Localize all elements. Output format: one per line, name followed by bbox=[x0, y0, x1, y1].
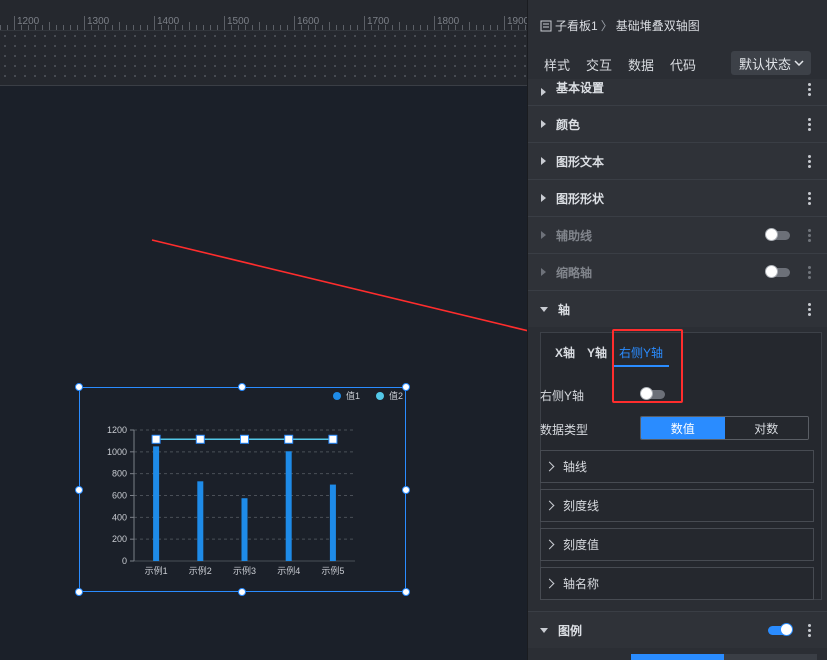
more-icon[interactable] bbox=[802, 227, 816, 244]
state-select[interactable]: 默认状态 bbox=[731, 51, 811, 75]
panel-tabs: 样式 交互 数据 代码 bbox=[538, 53, 702, 82]
data-type-segmented: 数值 对数 bbox=[640, 416, 809, 440]
breadcrumb-current: 基础堆叠双轴图 bbox=[615, 19, 700, 33]
more-icon[interactable] bbox=[802, 622, 816, 639]
tab-y-axis[interactable]: Y轴 bbox=[581, 341, 613, 367]
right-y-label: 右侧Y轴 bbox=[540, 389, 585, 403]
data-type-log-option[interactable]: 对数 bbox=[724, 417, 808, 439]
sub-section-title: 刻度值 bbox=[563, 538, 600, 552]
chevron-right-icon bbox=[544, 461, 555, 472]
section-title: 辅助线 bbox=[556, 228, 593, 243]
tab-interaction[interactable]: 交互 bbox=[580, 53, 618, 82]
caret-right-icon bbox=[541, 268, 546, 276]
section-thumbnail-axis[interactable]: 缩略轴 bbox=[528, 253, 827, 290]
chevron-right-icon bbox=[544, 500, 555, 511]
section-guide-line[interactable]: 辅助线 bbox=[528, 216, 827, 253]
section-graphic-text[interactable]: 图形文本 bbox=[528, 142, 827, 179]
section-title: 图形文本 bbox=[556, 154, 605, 169]
section-title: 图例 bbox=[558, 623, 583, 638]
chevron-right-icon bbox=[544, 578, 555, 589]
caret-down-icon bbox=[540, 627, 548, 633]
sub-section-title: 刻度线 bbox=[563, 499, 600, 513]
legend-segmented[interactable] bbox=[631, 654, 817, 660]
more-icon[interactable] bbox=[802, 81, 816, 98]
sub-section-tick-value[interactable]: 刻度值 bbox=[540, 528, 814, 561]
breadcrumb: 子看板1 〉 基础堆叠双轴图 bbox=[540, 17, 700, 34]
section-title: 缩略轴 bbox=[556, 265, 593, 280]
chevron-right-icon bbox=[544, 539, 555, 550]
section-title: 基本设置 bbox=[556, 80, 605, 95]
sub-section-axis-line[interactable]: 轴线 bbox=[540, 450, 814, 483]
caret-right-icon bbox=[541, 120, 546, 128]
guide-line-toggle[interactable] bbox=[765, 227, 790, 241]
caret-right-icon bbox=[541, 88, 546, 96]
caret-right-icon bbox=[541, 194, 546, 202]
more-icon[interactable] bbox=[802, 264, 816, 281]
thumbnail-axis-toggle[interactable] bbox=[765, 264, 790, 278]
sub-section-title: 轴名称 bbox=[563, 577, 600, 591]
legend-options-row bbox=[528, 654, 827, 660]
breadcrumb-parent[interactable]: 子看板1 bbox=[555, 17, 598, 34]
section-title: 图形形状 bbox=[556, 191, 605, 206]
sub-section-tick-line[interactable]: 刻度线 bbox=[540, 489, 814, 522]
more-icon[interactable] bbox=[802, 190, 816, 207]
property-panel: 子看板1 〉 基础堆叠双轴图 样式 交互 数据 代码 默认状态 基本设置 颜色 … bbox=[527, 0, 827, 660]
state-select-value: 默认状态 bbox=[739, 56, 792, 72]
caret-down-icon bbox=[540, 306, 548, 312]
section-axis[interactable]: 轴 bbox=[528, 290, 827, 327]
data-type-label: 数据类型 bbox=[540, 423, 589, 437]
tab-x-axis[interactable]: X轴 bbox=[549, 341, 581, 367]
data-type-value-option[interactable]: 数值 bbox=[641, 417, 725, 439]
section-color[interactable]: 颜色 bbox=[528, 105, 827, 142]
section-legend[interactable]: 图例 bbox=[528, 611, 827, 648]
section-title: 轴 bbox=[558, 302, 571, 317]
sub-section-axis-name[interactable]: 轴名称 bbox=[540, 567, 814, 600]
caret-right-icon bbox=[541, 157, 546, 165]
board-icon bbox=[540, 20, 552, 31]
breadcrumb-separator: 〉 bbox=[600, 19, 613, 33]
more-icon[interactable] bbox=[802, 301, 816, 318]
tab-code[interactable]: 代码 bbox=[664, 53, 702, 82]
tab-data[interactable]: 数据 bbox=[622, 53, 660, 82]
section-title: 颜色 bbox=[556, 117, 581, 132]
sub-section-title: 轴线 bbox=[563, 460, 588, 474]
legend-toggle[interactable] bbox=[768, 622, 793, 636]
more-icon[interactable] bbox=[802, 153, 816, 170]
right-y-toggle[interactable] bbox=[640, 387, 665, 400]
chevron-down-icon bbox=[794, 60, 804, 66]
caret-right-icon bbox=[541, 231, 546, 239]
section-graphic-shape[interactable]: 图形形状 bbox=[528, 179, 827, 216]
more-icon[interactable] bbox=[802, 116, 816, 133]
section-basic[interactable]: 基本设置 bbox=[528, 79, 827, 105]
tab-style[interactable]: 样式 bbox=[538, 53, 577, 82]
